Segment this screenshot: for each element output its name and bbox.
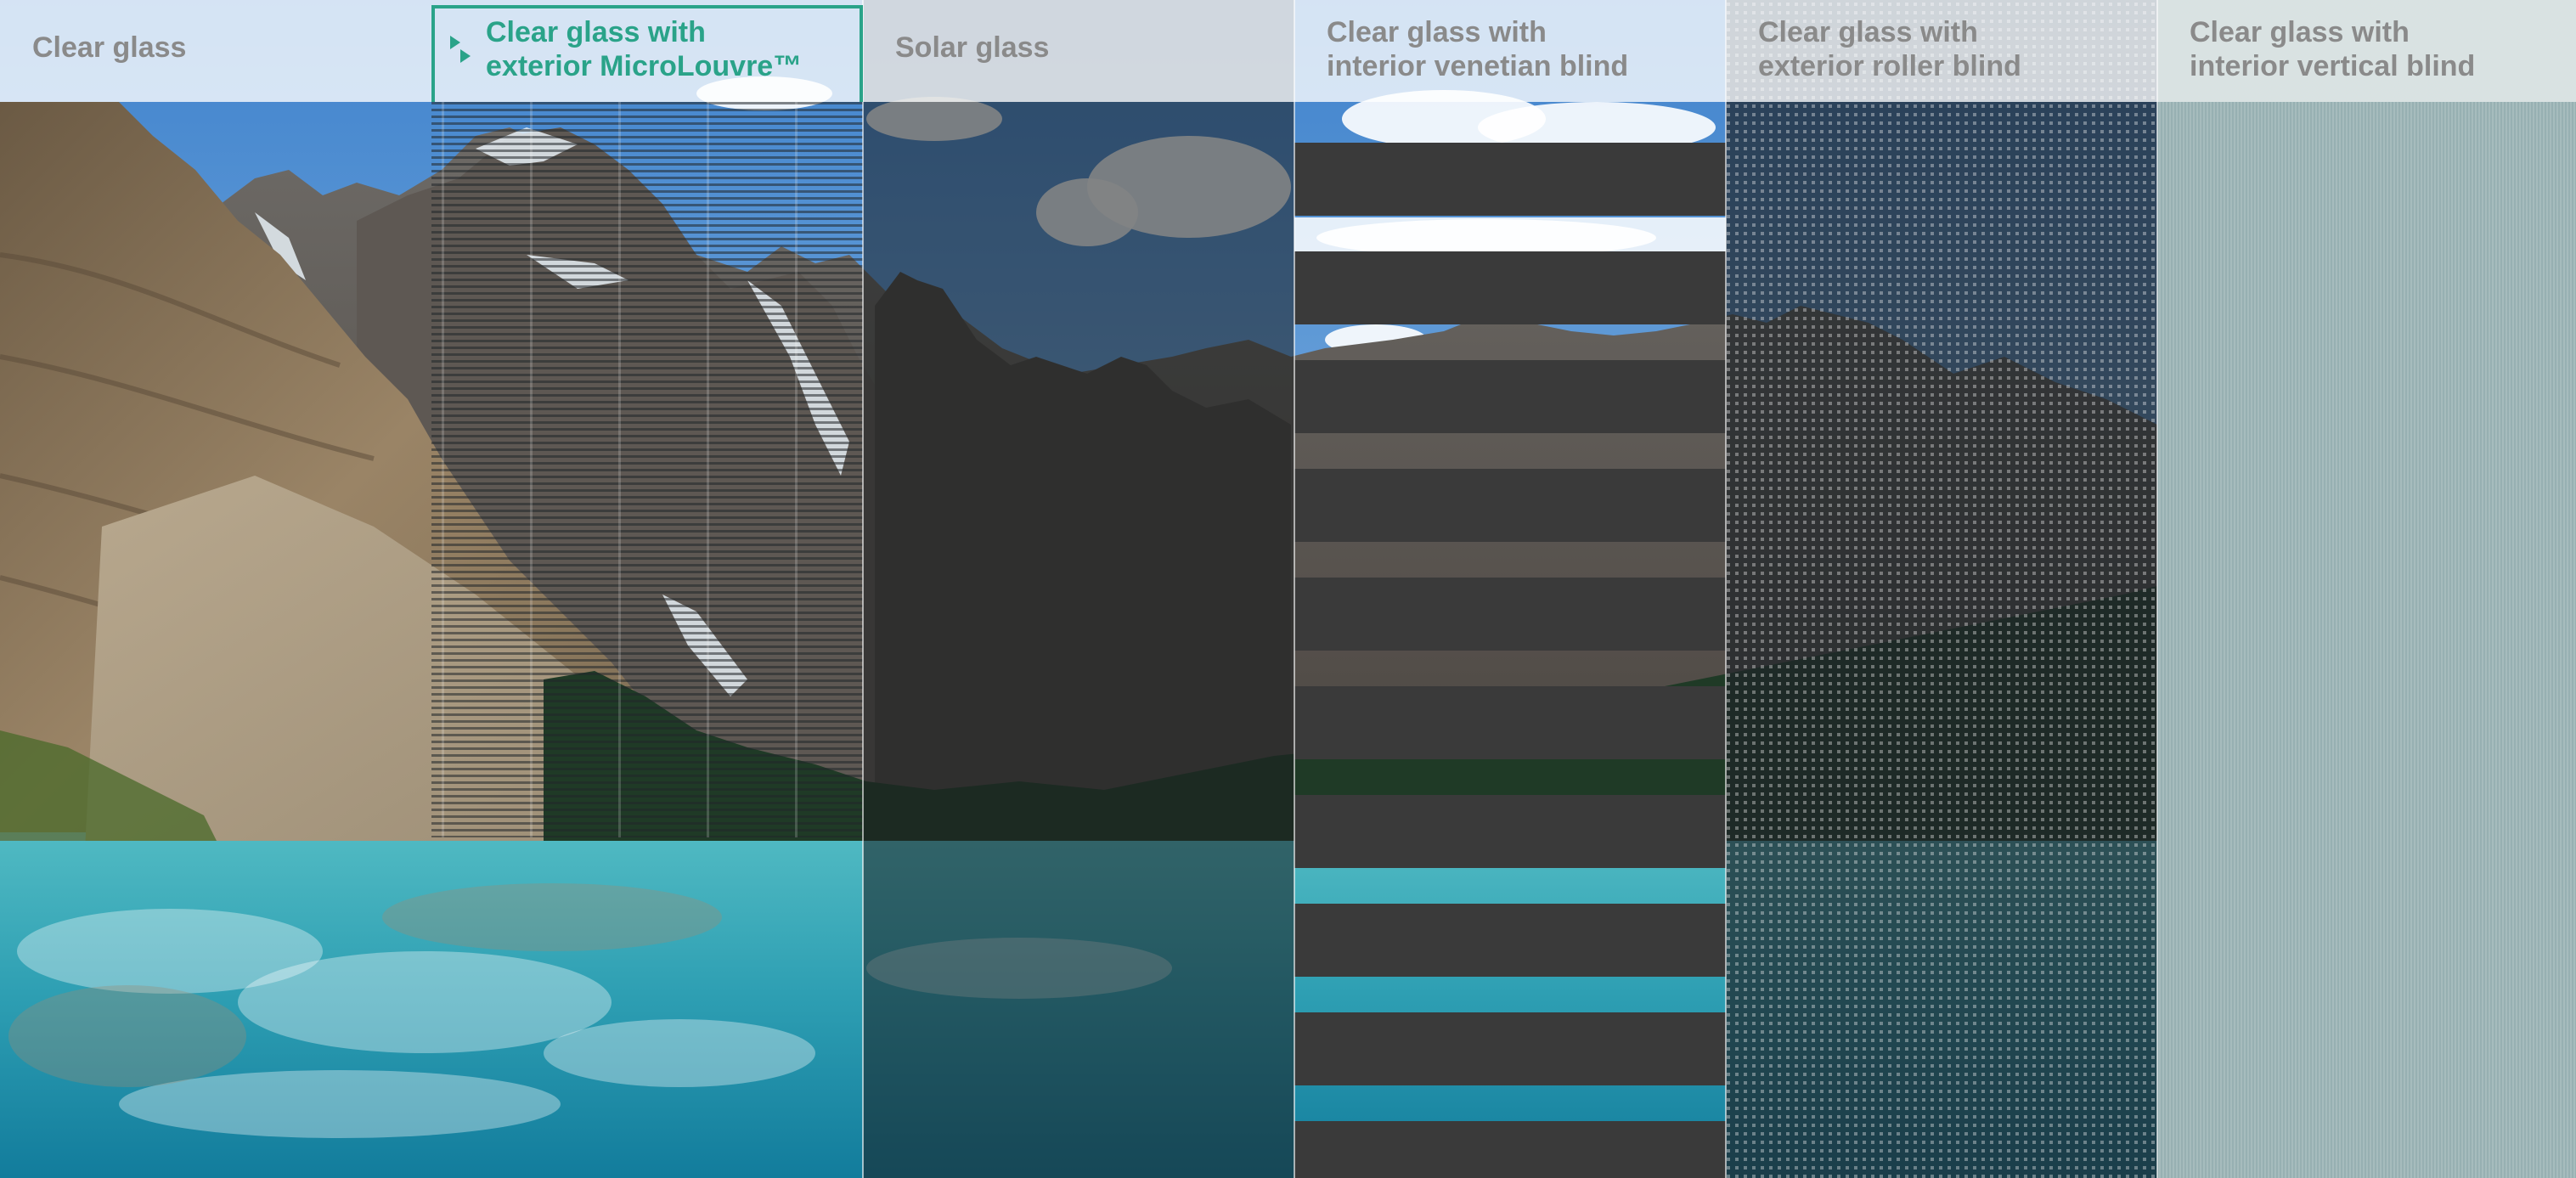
panel-label-microlouvre: Clear glass with exterior MicroLouvre™ <box>486 16 803 82</box>
vertical-blind <box>2157 0 2576 1178</box>
landscape-scene <box>0 0 2576 1178</box>
venetian-sky-gap <box>1294 217 1726 251</box>
glass-comparison-image: Clear glass Clear glass with exterior Mi… <box>0 0 2576 1178</box>
panel-label-vertical-blind: Clear glass with interior vertical blind <box>2190 16 2476 82</box>
roller-blind-mesh <box>1726 0 2157 1178</box>
panel-label-roller-blind: Clear glass with exterior roller blind <box>1758 16 2021 82</box>
solar-tint <box>863 0 1294 1178</box>
panel-label-clear-glass: Clear glass <box>32 31 187 64</box>
microlouvre-frame-lines <box>431 102 863 837</box>
panel-label-venetian-blind: Clear glass with interior venetian blind <box>1327 16 1629 82</box>
panel-label-solar-glass: Solar glass <box>895 31 1050 64</box>
